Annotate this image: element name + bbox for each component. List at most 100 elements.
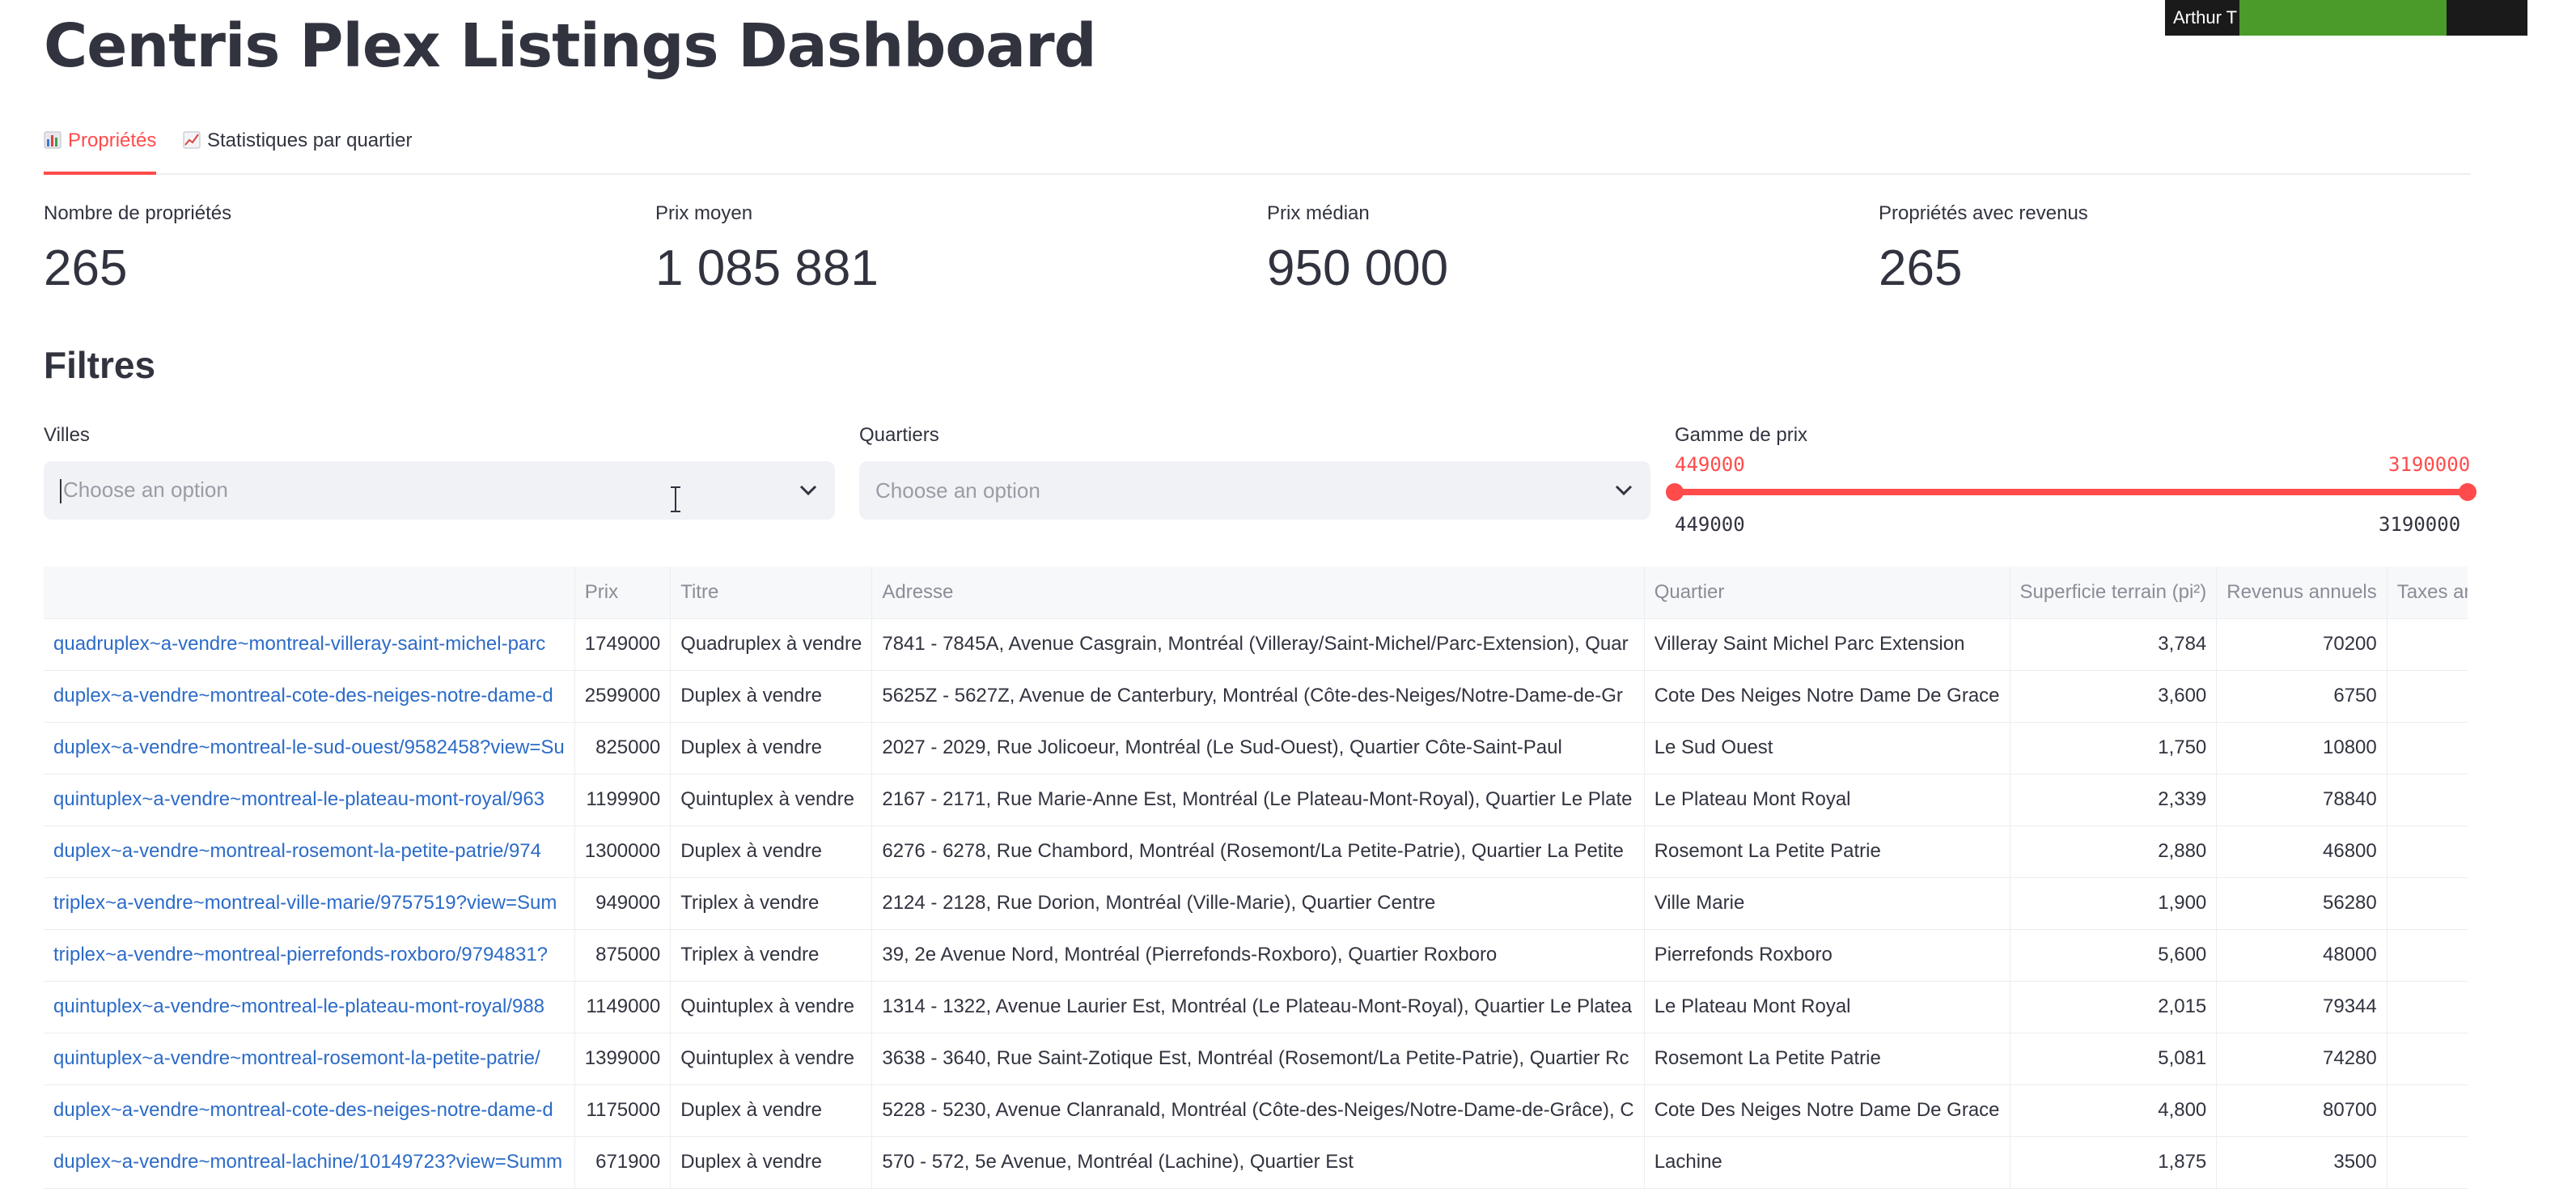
metric-prix-moyen: Prix moyen 1 085 881 [655, 202, 879, 297]
user-color-bar [2239, 0, 2447, 36]
cell-revenus: 79344 [2216, 981, 2387, 1033]
col-header-superficie[interactable]: Superficie terrain (pi²) [2010, 567, 2218, 619]
price-range-max-handle[interactable] [2459, 483, 2476, 501]
villes-select[interactable]: Choose an option [44, 461, 835, 520]
user-tag: Arthur T [2165, 0, 2527, 36]
cell-superficie: 5,600 [2010, 929, 2218, 982]
price-range-min-handle[interactable] [1666, 483, 1684, 501]
metric-value: 265 [1879, 240, 1963, 296]
listing-link[interactable]: quintuplex~a-vendre~montreal-le-plateau-… [44, 774, 575, 826]
cell-prix: 1175000 [574, 1084, 672, 1137]
cell-taxes: 20335 [2387, 981, 2468, 1033]
cell-adresse: 39, 2e Avenue Nord, Montréal (Pierrefond… [871, 929, 1645, 982]
slider-range-max: 3190000 [2379, 513, 2461, 536]
quartiers-select[interactable]: Choose an option [859, 461, 1650, 520]
listing-link[interactable]: triplex~a-vendre~montreal-pierrefonds-ro… [44, 929, 575, 982]
cell-adresse: 5625Z - 5627Z, Avenue de Canterbury, Mon… [871, 670, 1645, 723]
cell-titre: Triplex à vendre [670, 929, 873, 982]
cell-titre: Quintuplex à vendre [670, 1033, 873, 1085]
cell-adresse: 1314 - 1322, Avenue Laurier Est, Montréa… [871, 981, 1645, 1033]
cell-superficie: 1,750 [2010, 722, 2218, 774]
cell-superficie: 1,900 [2010, 877, 2218, 930]
user-tag-end [2447, 0, 2527, 36]
tab-proprietes[interactable]: Propriétés [44, 126, 157, 175]
cell-superficie: 1,875 [2010, 1136, 2218, 1189]
listing-link[interactable]: quintuplex~a-vendre~montreal-le-plateau-… [44, 981, 575, 1033]
cell-adresse: 2124 - 2128, Rue Dorion, Montréal (Ville… [871, 877, 1645, 930]
listings-table[interactable]: Prix Titre Adresse Quartier Superficie t… [44, 567, 2468, 1201]
cell-taxes: 7650 [2387, 774, 2468, 826]
villes-label: Villes [44, 424, 90, 446]
cell-prix: 1300000 [574, 825, 672, 878]
cell-superficie: 3,784 [2010, 618, 2218, 671]
col-header-taxes[interactable]: Taxes annuelles [2387, 567, 2468, 619]
chevron-down-icon[interactable] [1613, 480, 1634, 501]
cell-titre: Triplex à vendre [670, 877, 873, 930]
cell-adresse: 6276 - 6278, Rue Chambord, Montréal (Ros… [871, 825, 1645, 878]
listing-link[interactable]: duplex~a-vendre~montreal-le-sud-ouest/95… [44, 722, 575, 774]
cell-revenus: 3500 [2216, 1136, 2387, 1189]
cell-prix: 1199900 [574, 774, 672, 826]
cell-prix: 671900 [574, 1136, 672, 1189]
line-chart-icon [183, 131, 201, 149]
cell-quartier: Rosemont La Petite Patrie [1644, 1033, 2010, 1085]
cell-superficie: 3,600 [2010, 670, 2218, 723]
cell-quartier: Le Sud Ouest [1644, 722, 2010, 774]
cell-titre: Duplex à vendre [670, 722, 873, 774]
listing-link[interactable]: quintuplex~a-vendre~montreal-rosemont-la… [44, 1033, 575, 1085]
cell-taxes: 6815 [2387, 825, 2468, 878]
listing-link[interactable]: duplex~a-vendre~montreal-cote-des-neiges… [44, 670, 575, 723]
slider-selected-min: 449000 [1675, 453, 1745, 476]
listing-link[interactable]: duplex~a-vendre~montreal-cote-des-neiges… [44, 1084, 575, 1137]
cell-titre: Duplex à vendre [670, 1136, 873, 1189]
cell-titre: Quadruplex à vendre [670, 618, 873, 671]
cell-quartier: Villeray Saint Michel Parc Extension [1644, 618, 2010, 671]
table-row: quadruplex~a-vendre~montreal-villeray-sa… [44, 618, 2468, 671]
page-title: Centris Plex Listings Dashboard [44, 11, 1097, 81]
table-row: duplex~a-vendre~montreal-rosemont-la-pet… [44, 825, 2468, 878]
col-header-link[interactable] [44, 567, 575, 619]
tab-proprietes-label: Propriétés [68, 129, 157, 151]
col-header-revenus[interactable]: Revenus annuels [2216, 567, 2387, 619]
metric-nombre-proprietes: Nombre de propriétés 265 [44, 202, 231, 297]
metric-label: Nombre de propriétés [44, 202, 232, 224]
price-range-track[interactable] [1675, 489, 2468, 495]
cell-adresse: 2027 - 2029, Rue Jolicoeur, Montréal (Le… [871, 722, 1645, 774]
listing-link[interactable]: triplex~a-vendre~montreal-ville-marie/97… [44, 877, 575, 930]
cell-quartier: Cote Des Neiges Notre Dame De Grace [1644, 1084, 2010, 1137]
cell-revenus: 46800 [2216, 825, 2387, 878]
cell-revenus: 70200 [2216, 618, 2387, 671]
cell-taxes: 7348 [2387, 1084, 2468, 1137]
cell-taxes: 11582 [2387, 618, 2468, 671]
listing-link[interactable]: duplex~a-vendre~montreal-lachine/1014972… [44, 1136, 575, 1189]
chevron-down-icon[interactable] [798, 480, 819, 501]
cell-titre: Duplex à vendre [670, 825, 873, 878]
table-row: triplex~a-vendre~montreal-ville-marie/97… [44, 877, 2468, 930]
listing-link[interactable]: quadruplex~a-vendre~montreal-villeray-sa… [44, 618, 575, 671]
cell-quartier: Rosemont La Petite Patrie [1644, 825, 2010, 878]
table-row: duplex~a-vendre~montreal-cote-des-neiges… [44, 1084, 2468, 1137]
cell-quartier: Le Plateau Mont Royal [1644, 981, 2010, 1033]
cell-titre: Quintuplex à vendre [670, 774, 873, 826]
col-header-quartier[interactable]: Quartier [1644, 567, 2010, 619]
col-header-adresse[interactable]: Adresse [871, 567, 1645, 619]
quartiers-placeholder: Choose an option [875, 477, 1040, 503]
tab-statistiques[interactable]: Statistiques par quartier [183, 126, 412, 172]
prix-label: Gamme de prix [1675, 424, 1808, 446]
cell-titre: Duplex à vendre [670, 670, 873, 723]
metric-label: Prix moyen [655, 202, 753, 224]
cell-adresse: 2167 - 2171, Rue Marie-Anne Est, Montréa… [871, 774, 1645, 826]
cell-adresse: 7841 - 7845A, Avenue Casgrain, Montréal … [871, 618, 1645, 671]
table-row: quintuplex~a-vendre~montreal-le-plateau-… [44, 981, 2468, 1033]
cell-taxes: 8046 [2387, 670, 2468, 723]
table-header-row: Prix Titre Adresse Quartier Superficie t… [44, 567, 2468, 619]
cell-prix: 875000 [574, 929, 672, 982]
col-header-prix[interactable]: Prix [574, 567, 672, 619]
col-header-titre[interactable]: Titre [670, 567, 873, 619]
cell-adresse: 3638 - 3640, Rue Saint-Zotique Est, Mont… [871, 1033, 1645, 1085]
tab-statistiques-label: Statistiques par quartier [207, 129, 413, 151]
tab-bar: Propriétés Statistiques par quartier [44, 121, 2471, 175]
listing-link[interactable]: duplex~a-vendre~montreal-rosemont-la-pet… [44, 825, 575, 878]
table-row: duplex~a-vendre~montreal-cote-des-neiges… [44, 670, 2468, 723]
cell-quartier: Le Plateau Mont Royal [1644, 774, 2010, 826]
